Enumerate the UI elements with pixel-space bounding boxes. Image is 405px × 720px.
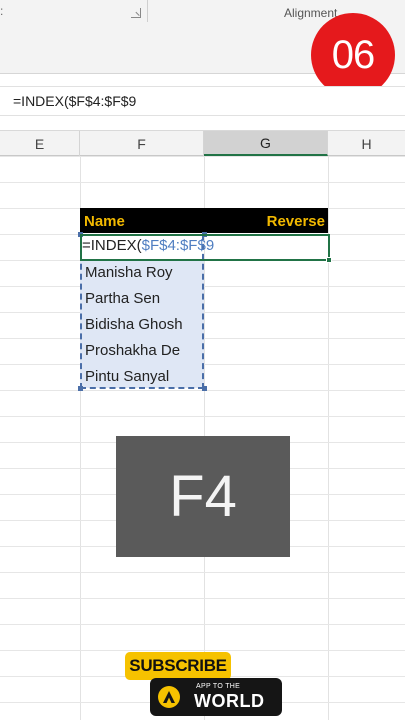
column-header-h[interactable]: H <box>328 131 405 156</box>
name-cell-3[interactable]: Bidisha Ghosh <box>85 316 183 333</box>
grid-row-line <box>0 650 405 651</box>
ribbon-edge-char: : <box>0 4 4 18</box>
font-dialog-launcher-icon[interactable] <box>131 8 141 18</box>
logo-wordmark: WORLD <box>194 691 265 711</box>
column-header-f[interactable]: F <box>80 131 204 156</box>
cell-edit-formula[interactable]: =INDEX($F$4:$F$9 <box>82 237 214 254</box>
name-cell-5[interactable]: Pintu Sanyal <box>85 368 169 385</box>
formula-bar-text: =INDEX($F$4:$F$9 <box>13 93 137 109</box>
key-press-overlay: F4 <box>116 436 290 557</box>
grid-row-line <box>0 416 405 417</box>
range-handle-bottom-left[interactable] <box>78 386 83 391</box>
ribbon-separator <box>147 0 148 22</box>
range-handle-bottom-right[interactable] <box>202 386 207 391</box>
formula-prefix: =INDEX( <box>82 237 142 254</box>
grid-row-line <box>0 624 405 625</box>
header-reverse-cell[interactable]: Reverse <box>200 213 325 230</box>
name-cell-1[interactable]: Manisha Roy <box>85 264 173 281</box>
grid-row-line <box>0 156 405 157</box>
key-label: F4 <box>169 464 237 529</box>
alignment-group-label: Alignment <box>284 6 338 20</box>
step-badge: 06 <box>311 13 395 97</box>
name-cell-2[interactable]: Partha Sen <box>85 290 160 307</box>
formula-range-reference: $F$4:$F$9 <box>141 237 215 254</box>
grid-row-line <box>0 572 405 573</box>
app-logo-icon <box>158 686 180 708</box>
subscribe-button[interactable]: SUBSCRIBE <box>125 652 231 680</box>
name-cell-4[interactable]: Proshakha De <box>85 342 180 359</box>
header-name-cell[interactable]: Name <box>84 213 125 230</box>
grid-row-line <box>0 182 405 183</box>
formula-bar[interactable]: =INDEX($F$4:$F$9 <box>0 86 405 116</box>
column-header-e[interactable]: E <box>0 131 80 156</box>
worksheet-grid[interactable]: Name Reverse Manisha Roy Partha Sen Bidi… <box>0 156 405 720</box>
fill-handle[interactable] <box>326 257 332 263</box>
logo-tagline: APP TO THE <box>196 683 241 690</box>
grid-row-line <box>0 598 405 599</box>
channel-logo[interactable]: APP TO THE WORLD <box>150 678 282 716</box>
column-header-g[interactable]: G <box>204 131 328 156</box>
column-headers: E F G H <box>0 130 405 156</box>
